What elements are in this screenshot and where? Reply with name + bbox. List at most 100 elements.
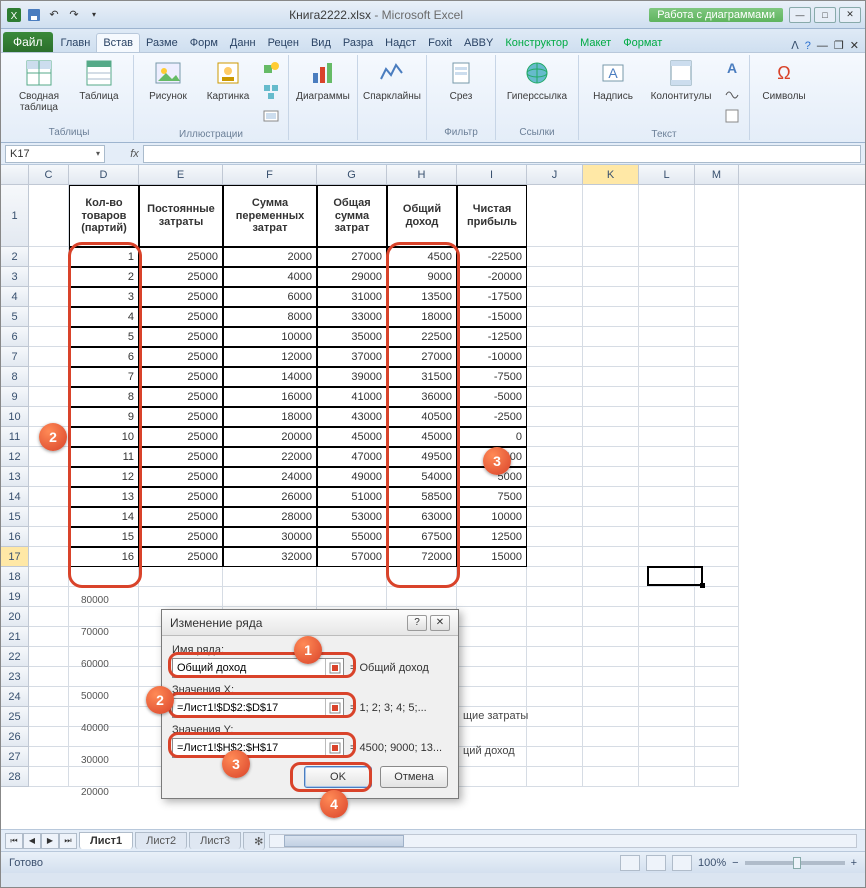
cell[interactable] xyxy=(639,707,695,727)
cell[interactable] xyxy=(639,427,695,447)
cell[interactable] xyxy=(695,507,739,527)
cell[interactable] xyxy=(527,687,583,707)
cell[interactable] xyxy=(695,387,739,407)
row-header[interactable]: 13 xyxy=(1,467,29,487)
new-sheet-button[interactable]: ✻ xyxy=(243,832,265,850)
row-header[interactable]: 21 xyxy=(1,627,29,647)
cell[interactable]: -2500 xyxy=(457,407,527,427)
cell[interactable] xyxy=(527,467,583,487)
tab-pagelayout[interactable]: Разме xyxy=(140,34,184,52)
cell[interactable]: -12500 xyxy=(457,327,527,347)
cell[interactable] xyxy=(695,347,739,367)
cell[interactable] xyxy=(695,547,739,567)
cell[interactable]: 1 xyxy=(69,247,139,267)
row-header[interactable]: 25 xyxy=(1,707,29,727)
row-header[interactable]: 6 xyxy=(1,327,29,347)
cell[interactable]: 2000 xyxy=(223,247,317,267)
cell[interactable] xyxy=(223,567,317,587)
column-header[interactable]: G xyxy=(317,165,387,184)
row-header[interactable]: 26 xyxy=(1,727,29,747)
cell[interactable] xyxy=(583,767,639,787)
tab-chart-format[interactable]: Формат xyxy=(617,34,668,52)
sheet-nav-first[interactable]: ⏮ xyxy=(5,833,23,849)
name-box[interactable]: K17 ▾ xyxy=(5,145,105,163)
cell[interactable]: 28000 xyxy=(223,507,317,527)
cell[interactable]: 72000 xyxy=(387,547,457,567)
cell[interactable]: 18000 xyxy=(387,307,457,327)
cell[interactable]: 15000 xyxy=(457,547,527,567)
cell[interactable] xyxy=(527,507,583,527)
cell[interactable] xyxy=(29,507,69,527)
cell[interactable]: 47000 xyxy=(317,447,387,467)
cell[interactable]: 37000 xyxy=(317,347,387,367)
cell[interactable]: 45000 xyxy=(317,427,387,447)
picture-button[interactable]: Рисунок xyxy=(140,57,196,102)
cell[interactable] xyxy=(29,647,69,667)
cell[interactable] xyxy=(639,507,695,527)
cell[interactable]: 25000 xyxy=(139,287,223,307)
cell[interactable]: 41000 xyxy=(317,387,387,407)
cell[interactable] xyxy=(527,367,583,387)
cell[interactable] xyxy=(29,247,69,267)
cell[interactable] xyxy=(583,607,639,627)
cell[interactable] xyxy=(29,487,69,507)
series-name-input[interactable] xyxy=(173,659,325,677)
column-header[interactable]: D xyxy=(69,165,139,184)
cell[interactable]: 27000 xyxy=(387,347,457,367)
cell[interactable]: 33000 xyxy=(317,307,387,327)
cell[interactable] xyxy=(583,507,639,527)
row-header[interactable]: 24 xyxy=(1,687,29,707)
cell[interactable]: 20000 xyxy=(223,427,317,447)
cell[interactable]: 25000 xyxy=(139,387,223,407)
cell[interactable] xyxy=(527,287,583,307)
cell[interactable] xyxy=(29,607,69,627)
cell[interactable] xyxy=(29,747,69,767)
row-header[interactable]: 23 xyxy=(1,667,29,687)
undo-icon[interactable]: ↶ xyxy=(45,6,63,24)
cell[interactable] xyxy=(695,607,739,627)
cell[interactable]: Общий доход xyxy=(387,185,457,247)
row-header[interactable]: 14 xyxy=(1,487,29,507)
signature-icon[interactable] xyxy=(721,81,743,103)
cell[interactable] xyxy=(69,667,139,687)
close-button[interactable]: ✕ xyxy=(839,7,861,23)
formula-bar[interactable] xyxy=(143,145,861,163)
cell[interactable]: 18000 xyxy=(223,407,317,427)
cell[interactable] xyxy=(457,647,527,667)
x-values-input[interactable] xyxy=(173,699,325,717)
cell[interactable] xyxy=(527,407,583,427)
cell[interactable] xyxy=(695,587,739,607)
view-normal-button[interactable] xyxy=(620,855,640,871)
cell[interactable] xyxy=(583,667,639,687)
clipart-button[interactable]: Картинка xyxy=(200,57,256,102)
cell[interactable] xyxy=(695,667,739,687)
fill-handle[interactable] xyxy=(700,583,705,588)
cell[interactable]: 25000 xyxy=(139,447,223,467)
cell[interactable]: 10 xyxy=(69,427,139,447)
cell[interactable]: 11 xyxy=(69,447,139,467)
cell[interactable] xyxy=(695,367,739,387)
cell[interactable]: 12500 xyxy=(457,527,527,547)
cell[interactable]: 25000 xyxy=(139,347,223,367)
cell[interactable]: 15 xyxy=(69,527,139,547)
row-header[interactable]: 20 xyxy=(1,607,29,627)
qat-dropdown-icon[interactable]: ▾ xyxy=(85,6,103,24)
cell[interactable]: 2 xyxy=(69,267,139,287)
object-icon[interactable] xyxy=(721,105,743,127)
tab-foxit[interactable]: Foxit xyxy=(422,34,458,52)
cell[interactable]: 57000 xyxy=(317,547,387,567)
cell[interactable]: 4500 xyxy=(387,247,457,267)
row-header[interactable]: 17 xyxy=(1,547,29,567)
cell[interactable] xyxy=(317,567,387,587)
cell[interactable]: 27000 xyxy=(317,247,387,267)
cell[interactable]: 25000 xyxy=(139,427,223,447)
cell[interactable] xyxy=(695,627,739,647)
cell[interactable] xyxy=(583,487,639,507)
cell[interactable]: -22500 xyxy=(457,247,527,267)
cell[interactable] xyxy=(583,707,639,727)
cell[interactable]: 0 xyxy=(457,427,527,447)
cell[interactable] xyxy=(639,567,695,587)
cell[interactable] xyxy=(583,267,639,287)
cell[interactable]: 13500 xyxy=(387,287,457,307)
symbols-button[interactable]: Ω Символы xyxy=(756,57,812,102)
